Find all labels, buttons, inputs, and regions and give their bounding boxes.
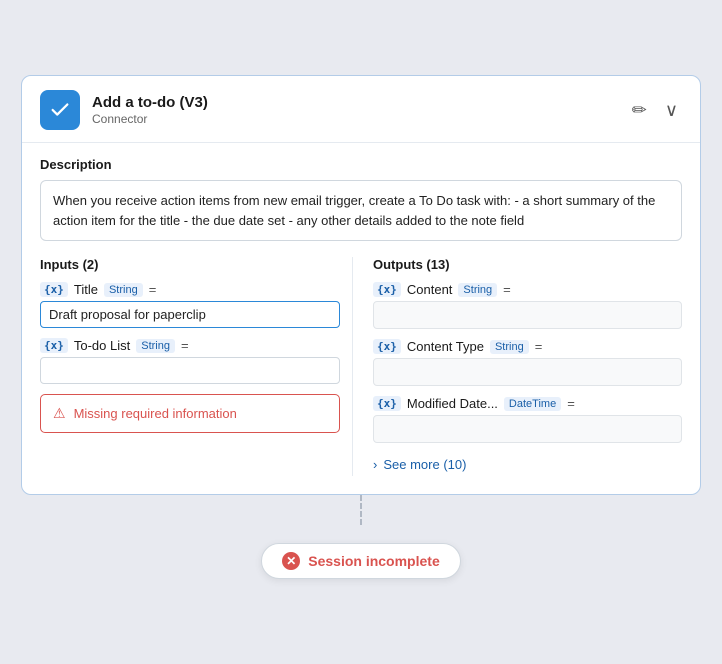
content-var-badge: {x} xyxy=(373,282,401,297)
card-header: Add a to-do (V3) Connector ✏ ∨ xyxy=(22,76,700,143)
content-type-label-row: {x} Content Type String = xyxy=(373,339,682,354)
io-row: Inputs (2) {x} Title String = xyxy=(40,257,682,476)
session-text: Session incomplete xyxy=(308,553,439,569)
todo-label-row: {x} To-do List String = xyxy=(40,338,340,353)
modified-date-equals: = xyxy=(567,396,575,411)
modified-date-field-group: {x} Modified Date... DateTime = xyxy=(373,396,682,443)
content-type-badge: String xyxy=(458,283,497,297)
error-triangle-icon: ⚠ xyxy=(53,405,66,422)
see-more-button[interactable]: › See more (10) xyxy=(373,453,682,476)
action-card: Add a to-do (V3) Connector ✏ ∨ Descripti… xyxy=(21,75,701,495)
session-error-icon: ✕ xyxy=(282,552,300,570)
content-type-type-badge: String xyxy=(490,340,529,354)
description-label: Description xyxy=(40,157,682,172)
session-badge: ✕ Session incomplete xyxy=(261,543,460,579)
content-type-field-name: Content Type xyxy=(407,339,484,354)
checkmark-icon xyxy=(49,99,71,121)
page-wrapper: Add a to-do (V3) Connector ✏ ∨ Descripti… xyxy=(0,55,722,609)
content-type-field-group: {x} Content Type String = xyxy=(373,339,682,386)
content-input[interactable] xyxy=(373,301,682,329)
see-more-label: See more (10) xyxy=(383,457,466,472)
todo-list-input[interactable] xyxy=(40,357,340,384)
modified-date-label-row: {x} Modified Date... DateTime = xyxy=(373,396,682,411)
connector-line xyxy=(360,495,362,525)
content-field-name: Content xyxy=(407,282,453,297)
todo-equals: = xyxy=(181,338,189,353)
modified-date-type-badge: DateTime xyxy=(504,397,561,411)
expand-button[interactable]: ∨ xyxy=(661,98,682,123)
inputs-title: Inputs (2) xyxy=(40,257,340,272)
todo-list-field-group: {x} To-do List String = xyxy=(40,338,340,384)
header-left: Add a to-do (V3) Connector xyxy=(40,90,208,130)
title-var-badge: {x} xyxy=(40,282,68,297)
title-field-group: {x} Title String = xyxy=(40,282,340,328)
content-label-row: {x} Content String = xyxy=(373,282,682,297)
outputs-column: Outputs (13) {x} Content String = xyxy=(369,257,682,476)
app-info: Add a to-do (V3) Connector xyxy=(92,94,208,126)
modified-date-field-name: Modified Date... xyxy=(407,396,498,411)
app-icon xyxy=(40,90,80,130)
outputs-title: Outputs (13) xyxy=(373,257,682,272)
modified-date-var-badge: {x} xyxy=(373,396,401,411)
title-type-badge: String xyxy=(104,283,143,297)
app-title: Add a to-do (V3) xyxy=(92,94,208,111)
header-actions: ✏ ∨ xyxy=(628,98,682,123)
content-type-equals: = xyxy=(535,339,543,354)
title-field-name: Title xyxy=(74,282,98,297)
chevron-right-icon: › xyxy=(373,457,377,472)
error-message: Missing required information xyxy=(74,406,237,421)
content-type-input[interactable] xyxy=(373,358,682,386)
content-type-var-badge: {x} xyxy=(373,339,401,354)
card-body: Description When you receive action item… xyxy=(22,143,700,494)
content-equals: = xyxy=(503,282,511,297)
todo-field-name: To-do List xyxy=(74,338,130,353)
content-field-group: {x} Content String = xyxy=(373,282,682,329)
title-input[interactable] xyxy=(40,301,340,328)
todo-var-badge: {x} xyxy=(40,338,68,353)
title-label-row: {x} Title String = xyxy=(40,282,340,297)
description-text: When you receive action items from new e… xyxy=(40,180,682,241)
modified-date-input[interactable] xyxy=(373,415,682,443)
error-box: ⚠ Missing required information xyxy=(40,394,340,433)
title-equals: = xyxy=(149,282,157,297)
inputs-column: Inputs (2) {x} Title String = xyxy=(40,257,353,476)
todo-type-badge: String xyxy=(136,339,175,353)
edit-button[interactable]: ✏ xyxy=(628,98,651,123)
app-subtitle: Connector xyxy=(92,112,208,126)
